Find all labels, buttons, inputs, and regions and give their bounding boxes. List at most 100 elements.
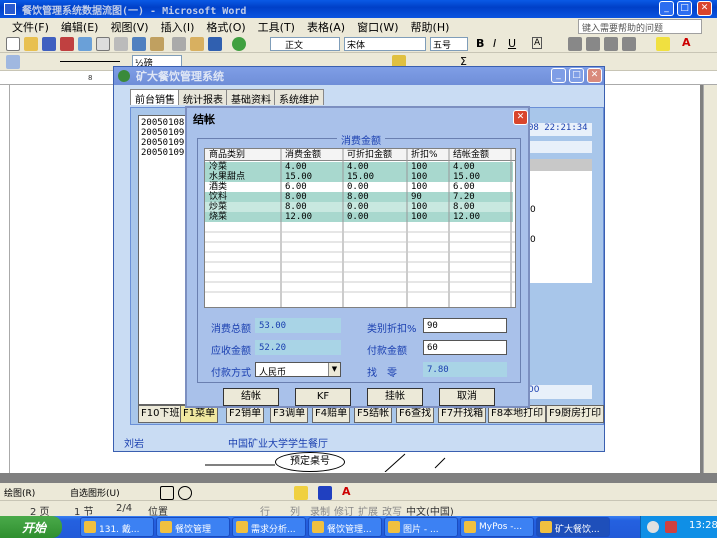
tray-icon[interactable] xyxy=(665,521,677,533)
menu-file[interactable]: 文件(F) xyxy=(12,19,49,35)
menu-format[interactable]: 格式(O) xyxy=(206,19,245,35)
oval-icon[interactable] xyxy=(178,486,192,500)
app-titlebar: 矿大餐饮管理系统 xyxy=(114,67,604,85)
maximize-icon[interactable]: □ xyxy=(677,1,692,16)
f9-button[interactable]: F9厨房打印 xyxy=(546,405,605,423)
line-color-icon[interactable] xyxy=(318,486,332,500)
menu-help[interactable]: 帮助(H) xyxy=(411,19,450,35)
taskbar-item-active[interactable]: 矿大餐饮... xyxy=(536,517,610,537)
preview-icon[interactable] xyxy=(114,37,128,51)
datetime-display: 08 22:21:34 xyxy=(528,123,592,136)
bold-button[interactable]: B xyxy=(476,37,484,50)
info-value: 0 xyxy=(530,205,536,215)
minimize-icon[interactable]: _ xyxy=(659,1,674,16)
app-title: 矿大餐饮管理系统 xyxy=(136,70,224,83)
save-icon[interactable] xyxy=(42,37,56,51)
total-label: 消费总额 xyxy=(211,324,251,335)
menu-window[interactable]: 窗口(W) xyxy=(357,19,398,35)
checkout-button[interactable]: 结帐 xyxy=(223,388,279,406)
menu-insert[interactable]: 插入(I) xyxy=(161,19,195,35)
taskbar-item-label: MyPos -... xyxy=(479,522,523,532)
taskbar-item[interactable]: 餐饮管理 xyxy=(156,517,230,537)
spelling-icon[interactable] xyxy=(132,37,146,51)
charge-account-button[interactable]: 挂帐 xyxy=(367,388,423,406)
paid-input[interactable]: 60 xyxy=(423,340,507,355)
align-center-icon[interactable] xyxy=(586,37,600,51)
taskbar-item[interactable]: 需求分析... xyxy=(232,517,306,537)
info-panel: 0 0 xyxy=(528,171,592,283)
taskbar-item-label: 矿大餐饮... xyxy=(555,525,600,535)
payment-method-select[interactable]: 人民币 ▼ xyxy=(255,362,341,378)
cancel-button[interactable]: 取消 xyxy=(439,388,495,406)
vertical-scrollbar[interactable] xyxy=(703,85,717,473)
autoshape-menu[interactable]: 自选图形(U) xyxy=(70,486,120,499)
start-button[interactable]: 开始 xyxy=(0,516,62,538)
tab-basic-data[interactable]: 基础资料 xyxy=(226,89,276,106)
highlight-icon[interactable] xyxy=(656,37,670,51)
style-select[interactable]: 正文 xyxy=(270,37,340,51)
print-icon[interactable] xyxy=(96,37,110,51)
status-pages: 2/4 xyxy=(116,503,133,514)
taskbar-item-label: 餐饮管理 xyxy=(175,525,212,535)
permission-icon[interactable] xyxy=(60,37,74,51)
dialog-titlebar: 结帐 xyxy=(187,108,528,126)
cut-icon[interactable] xyxy=(172,37,186,51)
menu-table[interactable]: 表格(A) xyxy=(307,19,345,35)
email-icon[interactable] xyxy=(78,37,92,51)
draw-font-color-icon[interactable]: A xyxy=(342,485,351,498)
tab-sales[interactable]: 前台销售 xyxy=(130,89,180,106)
word-app-icon xyxy=(4,3,16,15)
rectangle-icon[interactable] xyxy=(160,486,174,500)
close-icon[interactable]: ✕ xyxy=(697,1,712,16)
taskbar-item-label: 图片 - ... xyxy=(403,525,439,535)
app-close-icon[interactable]: ✕ xyxy=(587,68,602,83)
taskbar-item[interactable]: 图片 - ... xyxy=(384,517,458,537)
font-value: 宋体 xyxy=(347,41,366,51)
dialog-close-icon[interactable]: ✕ xyxy=(513,110,528,125)
table-draw-icon[interactable] xyxy=(6,55,20,69)
menu-edit[interactable]: 编辑(E) xyxy=(61,19,99,35)
bullets-icon[interactable] xyxy=(622,37,636,51)
f10-button[interactable]: F10下班 xyxy=(138,405,183,423)
taskbar-item-label: 餐饮管理... xyxy=(327,525,372,535)
new-doc-icon[interactable] xyxy=(6,37,20,51)
chevron-down-icon[interactable]: ▼ xyxy=(328,363,340,376)
discount-input[interactable]: 90 xyxy=(423,318,507,333)
total-value: 53.00 xyxy=(255,318,341,333)
tab-maintenance[interactable]: 系统维护 xyxy=(274,89,324,106)
due-label: 应收金额 xyxy=(211,346,251,357)
numbering-icon[interactable] xyxy=(604,37,618,51)
font-color-button[interactable]: A xyxy=(682,36,691,49)
paste-icon[interactable] xyxy=(190,37,204,51)
hyperlink-icon[interactable] xyxy=(232,37,246,51)
payment-method-value: 人民币 xyxy=(259,368,287,378)
operator-name: 刘岩 xyxy=(124,439,144,450)
menu-tools[interactable]: 工具(T) xyxy=(258,19,295,35)
clock: 13:28 xyxy=(689,520,717,531)
help-search-placeholder: 键入需要帮助的问题 xyxy=(582,24,664,34)
font-select[interactable]: 宋体 xyxy=(344,37,426,51)
app-minimize-icon[interactable]: _ xyxy=(551,68,566,83)
taskbar-item[interactable]: 餐饮管理... xyxy=(308,517,382,537)
italic-button[interactable]: I xyxy=(493,37,496,50)
draw-menu[interactable]: 绘图(R) xyxy=(4,486,35,499)
discount-label: 类别折扣% xyxy=(367,324,417,335)
menu-view[interactable]: 视图(V) xyxy=(110,19,148,35)
research-icon[interactable] xyxy=(150,37,164,51)
tray-icon[interactable] xyxy=(647,521,659,533)
undo-icon[interactable] xyxy=(208,37,222,51)
help-search-input[interactable]: 键入需要帮助的问题 xyxy=(578,19,702,34)
tab-reports[interactable]: 统计报表 xyxy=(178,89,228,106)
underline-button[interactable]: U xyxy=(508,37,516,50)
app-maximize-icon[interactable]: □ xyxy=(569,68,584,83)
category-table[interactable]: 商品类别 消费金额 可折扣金额 折扣% 结帐金额 冷菜 4.00 4.00 10… xyxy=(204,148,516,308)
kf-button[interactable]: KF xyxy=(295,388,351,406)
open-icon[interactable] xyxy=(24,37,38,51)
align-left-icon[interactable] xyxy=(568,37,582,51)
taskbar-item[interactable]: MyPos -... xyxy=(460,517,534,537)
line-style-select[interactable] xyxy=(60,61,120,62)
taskbar-item[interactable]: 131. 戴... xyxy=(80,517,154,537)
size-select[interactable]: 五号 xyxy=(430,37,468,51)
fill-color-icon[interactable] xyxy=(294,486,308,500)
char-border-button[interactable]: A xyxy=(532,37,543,49)
